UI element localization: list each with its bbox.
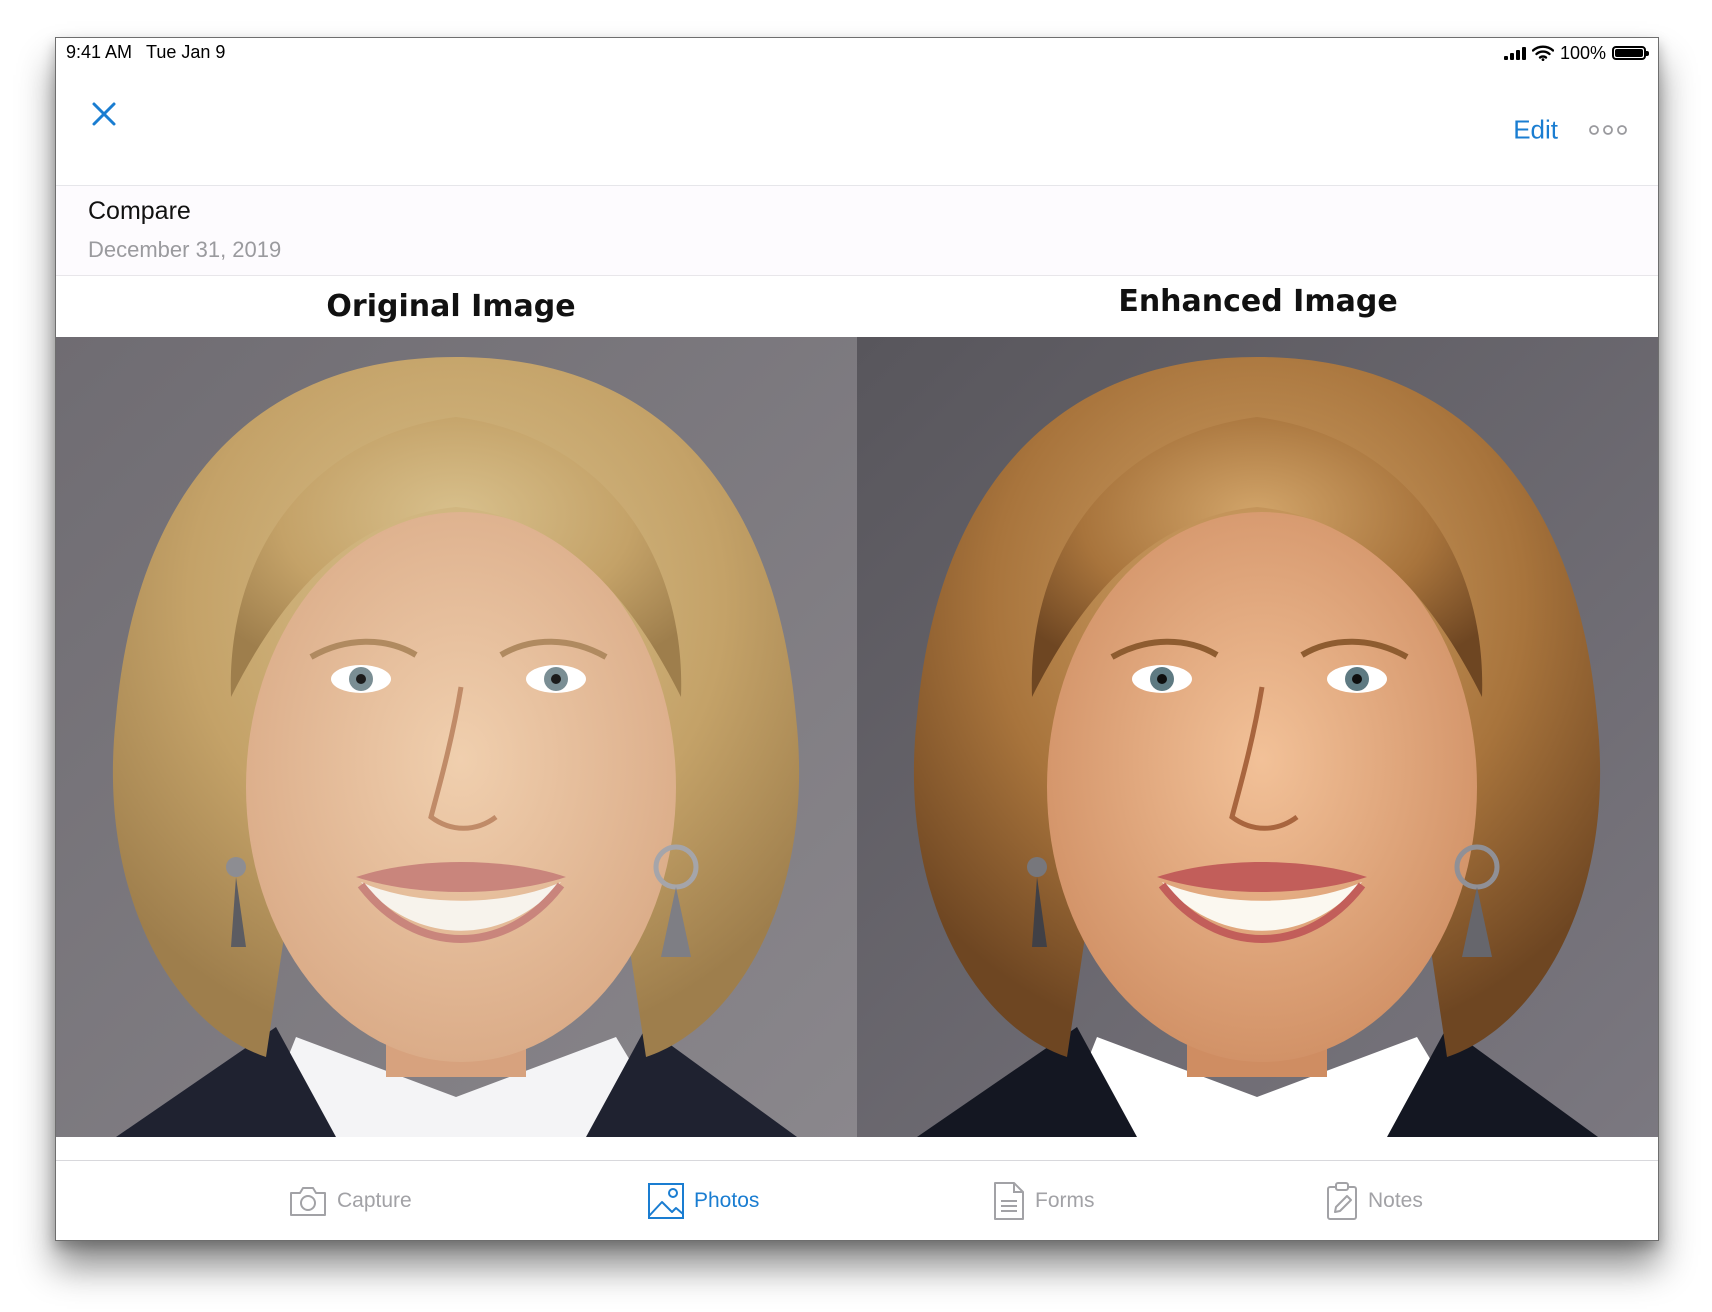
enhanced-image-label: Enhanced Image	[1118, 284, 1398, 319]
status-bar: 9:41 AM Tue Jan 9 100%	[56, 38, 1658, 72]
ipad-screen: 9:41 AM Tue Jan 9 100% Edit Compare Dece…	[55, 37, 1659, 1241]
original-photo[interactable]	[56, 337, 857, 1137]
page-date: December 31, 2019	[88, 237, 282, 262]
image-comparison: Original Image Enhanced Image	[56, 276, 1658, 1137]
page-title: Compare	[88, 197, 191, 225]
more-icon	[1589, 125, 1627, 135]
tab-forms-label: Forms	[1035, 1189, 1095, 1212]
original-image-label: Original Image	[326, 289, 576, 324]
wifi-icon	[1531, 45, 1554, 61]
tab-photos-label: Photos	[694, 1189, 760, 1212]
battery-percent: 100%	[1559, 42, 1606, 63]
navigation-bar: Edit	[56, 72, 1658, 186]
edit-button[interactable]: Edit	[1513, 115, 1558, 146]
tab-forms[interactable]: Forms	[992, 1181, 1095, 1221]
compare-header: Compare December 31, 2019	[56, 186, 1658, 276]
status-date: Tue Jan 9	[146, 42, 226, 62]
tab-notes-label: Notes	[1368, 1189, 1423, 1212]
status-time: 9:41 AM	[66, 42, 133, 62]
tab-bar: Capture Photos Forms Notes	[56, 1160, 1658, 1240]
enhanced-photo[interactable]	[857, 337, 1658, 1137]
clipboard-icon	[1327, 1182, 1357, 1220]
close-button[interactable]	[82, 92, 126, 136]
camera-icon	[290, 1187, 326, 1216]
status-time-date: 9:41 AM Tue Jan 9	[66, 42, 239, 63]
tab-capture[interactable]: Capture	[288, 1181, 412, 1221]
tab-notes[interactable]: Notes	[1325, 1181, 1423, 1221]
tab-photos[interactable]: Photos	[647, 1181, 759, 1221]
status-indicators: 100%	[1503, 42, 1649, 64]
close-icon	[92, 102, 116, 126]
battery-fill	[1615, 49, 1643, 57]
document-icon	[994, 1182, 1024, 1220]
original-portrait-image	[56, 337, 857, 1137]
battery-icon	[1612, 46, 1649, 60]
enhanced-portrait-image	[857, 337, 1658, 1137]
photo-icon	[648, 1183, 684, 1219]
more-options-button[interactable]	[1588, 120, 1628, 140]
cellular-signal-icon	[1503, 46, 1526, 60]
tab-capture-label: Capture	[337, 1189, 412, 1212]
